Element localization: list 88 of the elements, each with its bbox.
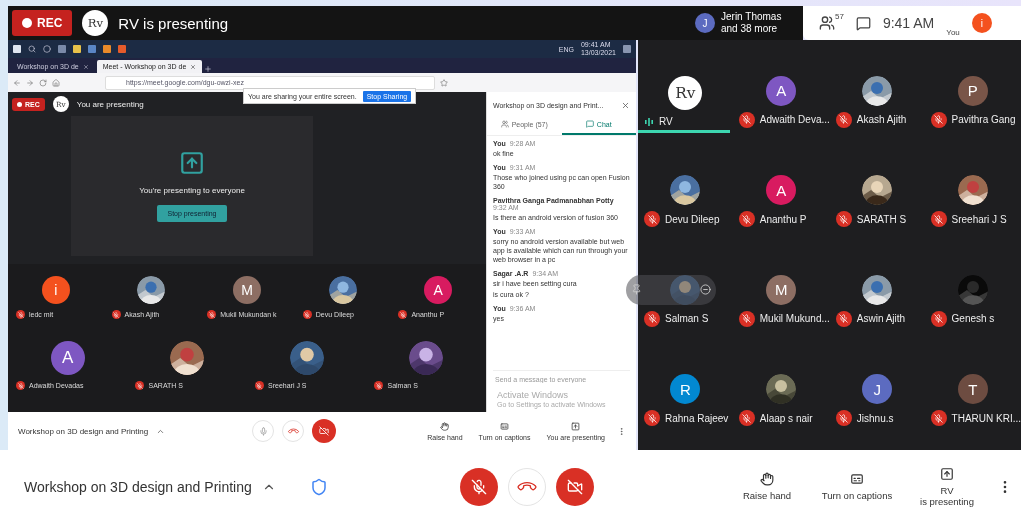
- participant-name: THARUN KRI...: [951, 412, 1021, 424]
- meeting-title: Workshop on 3D design and Printing: [24, 478, 252, 495]
- participant-name: Devu Dileep: [665, 213, 720, 225]
- participant-name: Rahna Rajeev: [665, 412, 729, 424]
- participant-name: Adwaith Deva...: [759, 114, 830, 126]
- avatar: M: [233, 276, 261, 304]
- chat-icon: [585, 120, 594, 128]
- mic-off-icon: [111, 310, 121, 319]
- people-icon[interactable]: [819, 15, 835, 31]
- avatar: A: [424, 276, 453, 304]
- camera-off-icon: [567, 478, 584, 495]
- presenter-logo: Rv: [82, 10, 109, 36]
- mic-off-icon: [135, 381, 145, 390]
- avatar: A: [50, 341, 85, 375]
- bookmark-icon[interactable]: [440, 78, 448, 87]
- participant-name: Ananthu P: [759, 213, 807, 225]
- microphone-button[interactable]: [460, 467, 499, 506]
- hand-icon: [440, 421, 450, 431]
- present-icon: [940, 466, 954, 481]
- camera-button[interactable]: [312, 419, 337, 443]
- close-icon[interactable]: [82, 63, 89, 70]
- participant-name: Akash Ajith: [856, 114, 907, 126]
- participant-name: Aswin Ajith: [856, 313, 906, 325]
- forward-icon[interactable]: [26, 78, 34, 87]
- participant-name: RV: [659, 116, 673, 128]
- camera-off-icon: [319, 426, 330, 436]
- mic-off-icon: [398, 310, 408, 319]
- clock-time: 9:41 AM: [882, 15, 935, 31]
- presenting-title: RV is presenting: [118, 14, 229, 32]
- participants-summary: Jerin Thomas and 38 more: [721, 11, 782, 35]
- logo-avatar: Rv: [668, 76, 703, 111]
- avatar: T: [957, 374, 988, 405]
- meeting-action[interactable]: RV is presenting: [907, 466, 987, 507]
- participant-name: Salman S: [665, 313, 709, 325]
- mic-off-icon: [16, 310, 25, 319]
- mic-off-icon: [16, 381, 25, 390]
- mic-off-icon: [374, 381, 384, 390]
- mic-off-icon: [255, 381, 264, 390]
- meeting-action[interactable]: Raise hand: [727, 472, 807, 501]
- meeting-action[interactable]: Turn on captions: [817, 472, 897, 501]
- recording-badge: REC: [12, 10, 73, 36]
- chat-icon[interactable]: [855, 15, 871, 31]
- presenting-message: You're presenting to everyone: [139, 186, 245, 195]
- people-count: 57: [835, 12, 844, 21]
- participant-name: Sreehari J S: [951, 213, 1007, 225]
- avatar: A: [766, 175, 797, 206]
- avatar: J: [862, 374, 893, 405]
- participant-name: Pavithra Gang: [951, 114, 1016, 126]
- search-icon[interactable]: [28, 45, 36, 53]
- captions-icon: [850, 472, 864, 486]
- mic-off-icon: [207, 310, 217, 319]
- avatar: M: [766, 274, 797, 305]
- back-icon[interactable]: [13, 78, 21, 87]
- captions-icon: [500, 421, 510, 431]
- avatar: R: [670, 374, 701, 405]
- hand-icon: [760, 472, 774, 486]
- you-label: You: [946, 28, 960, 37]
- presenting-title: You are presenting: [76, 99, 144, 109]
- participant-name: Jishnu.s: [856, 412, 894, 424]
- avatar: i: [971, 13, 992, 33]
- close-icon[interactable]: [190, 63, 197, 70]
- microphone-icon: [258, 426, 268, 436]
- hang-up-button[interactable]: [282, 420, 305, 442]
- meeting-title: Workshop on 3D design and Printing: [18, 426, 149, 436]
- participant-name: Alaap s nair: [759, 412, 813, 424]
- mic-off-icon: [471, 478, 488, 495]
- people-icon: [500, 120, 509, 128]
- participant-name: Mukil Mukund...: [759, 313, 830, 325]
- activation-watermark: Activate Windows: [497, 390, 570, 400]
- new-tab-icon[interactable]: [204, 65, 213, 73]
- avatar: J: [695, 13, 715, 33]
- pin-icon[interactable]: [631, 284, 643, 296]
- present-icon: [571, 421, 581, 431]
- close-icon[interactable]: [621, 101, 630, 110]
- participant-name: Genesh s: [951, 313, 995, 325]
- reload-icon[interactable]: [39, 78, 47, 87]
- remove-icon[interactable]: [700, 284, 712, 296]
- home-icon[interactable]: [52, 78, 60, 87]
- avatar: A: [766, 75, 797, 106]
- shield-icon[interactable]: [309, 477, 328, 496]
- hang-up-button[interactable]: [508, 467, 547, 506]
- mic-off-icon: [302, 310, 312, 319]
- circle-icon[interactable]: [43, 45, 51, 53]
- participant-name: SARATH S: [856, 213, 907, 225]
- avatar: P: [957, 75, 988, 106]
- present-icon: [179, 150, 205, 176]
- camera-button[interactable]: [556, 467, 595, 506]
- avatar: i: [41, 276, 70, 304]
